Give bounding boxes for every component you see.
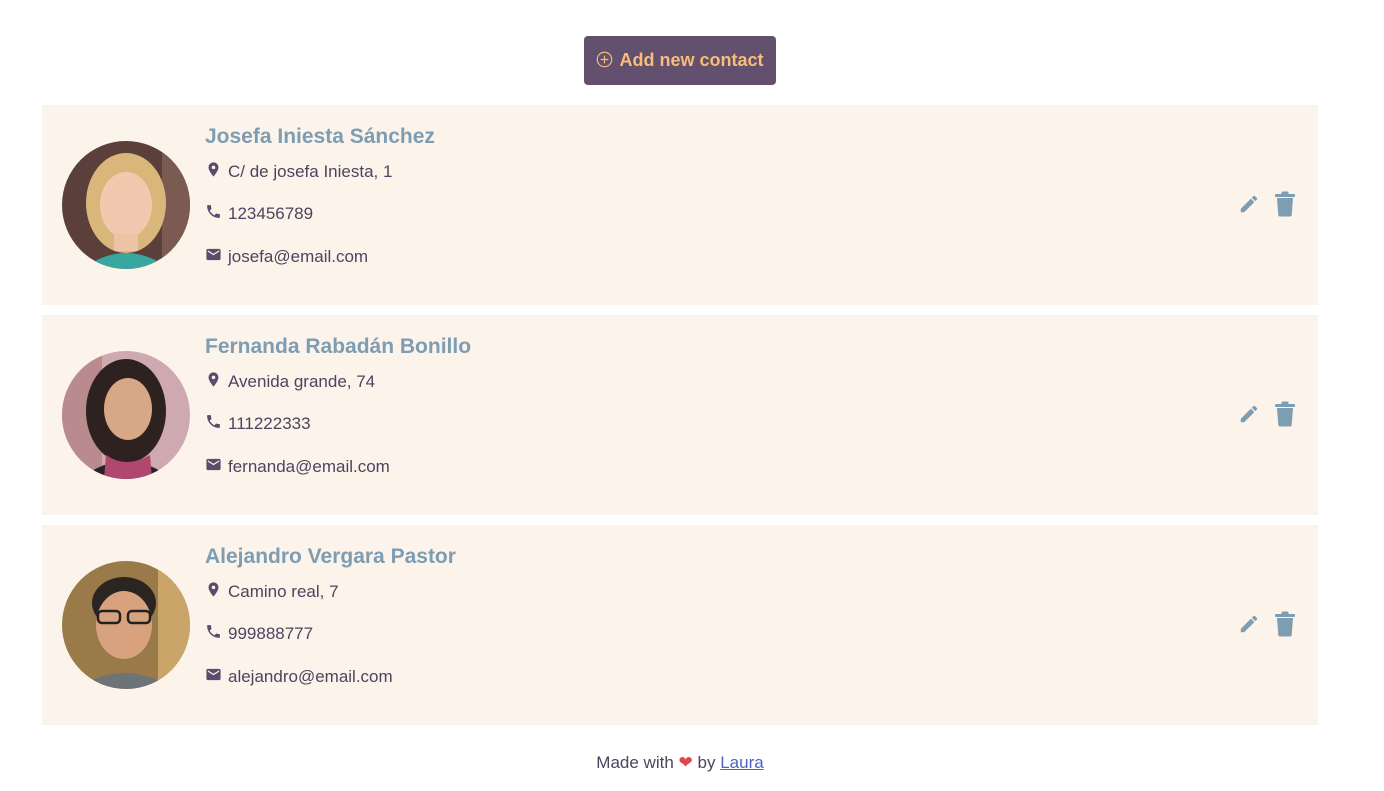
contact-phone: 123456789 [228,204,314,223]
contact-phone: 999888777 [228,624,314,643]
contact-phone: 111222333 [228,414,311,433]
pencil-icon[interactable] [1236,401,1262,427]
phone-icon [205,203,222,225]
trash-icon[interactable] [1272,191,1298,217]
pencil-icon[interactable] [1236,611,1262,637]
contact-address-row: Camino real, 7 [205,581,339,603]
map-pin-icon [205,371,222,393]
heart-icon: ❤ [678,753,693,772]
contact-name: Josefa Iniesta Sánchez [205,125,435,148]
trash-icon[interactable] [1272,611,1298,637]
contact-email-row: fernanda@email.com [205,456,390,478]
contact-phone-row: 999888777 [205,623,313,645]
contact-phone-row: 111222333 [205,413,311,435]
trash-icon[interactable] [1272,401,1298,427]
contact-card: Josefa Iniesta Sánchez C/ de josefa Inie… [42,105,1318,305]
contact-address: Avenida grande, 74 [228,372,376,391]
add-contact-button[interactable]: Add new contact [584,36,776,85]
contact-name: Alejandro Vergara Pastor [205,545,456,568]
pencil-icon[interactable] [1236,191,1262,217]
contact-name: Fernanda Rabadán Bonillo [205,335,472,358]
contact-email: josefa@email.com [228,247,369,266]
contact-address: C/ de josefa Iniesta, 1 [228,162,393,181]
author-link[interactable]: Laura [720,753,763,772]
contact-address-row: C/ de josefa Iniesta, 1 [205,161,392,183]
contact-email-row: alejandro@email.com [205,666,393,688]
contact-email: fernanda@email.com [228,457,390,476]
contact-address: Camino real, 7 [228,582,339,601]
plus-circle-icon [596,49,613,73]
footer: Made with ❤ by Laura [0,753,1360,773]
phone-icon [205,413,222,435]
add-contact-label: Add new contact [619,50,764,70]
contact-address-row: Avenida grande, 74 [205,371,375,393]
contact-email-row: josefa@email.com [205,246,368,268]
footer-by: by [697,753,716,772]
map-pin-icon [205,581,222,603]
map-pin-icon [205,161,222,183]
envelope-icon [205,666,222,688]
contact-actions [1236,191,1298,217]
avatar [62,141,190,269]
contact-email: alejandro@email.com [228,667,393,686]
contact-actions [1236,401,1298,427]
envelope-icon [205,456,222,478]
footer-made-with: Made with [596,753,674,772]
avatar [62,351,190,479]
envelope-icon [205,246,222,268]
avatar [62,561,190,689]
contact-phone-row: 123456789 [205,203,313,225]
contact-actions [1236,611,1298,637]
phone-icon [205,623,222,645]
contact-card: Fernanda Rabadán Bonillo Avenida grande,… [42,315,1318,515]
contact-card: Alejandro Vergara Pastor Camino real, 7 … [42,525,1318,725]
